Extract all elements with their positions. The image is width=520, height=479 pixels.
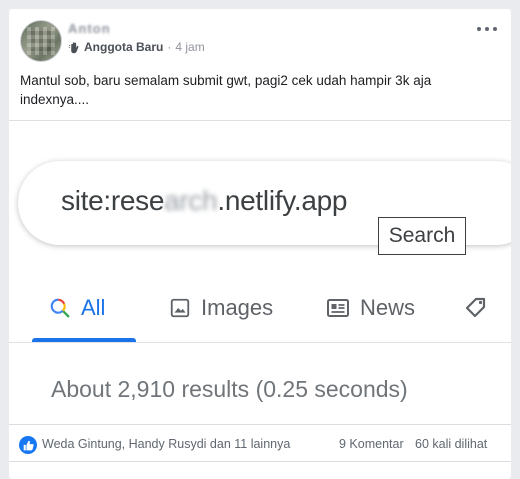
tag-icon	[465, 297, 486, 318]
search-query: site:research.netlify.app	[61, 185, 348, 216]
divider	[9, 461, 511, 462]
news-icon	[327, 299, 349, 317]
ellipsis-icon[interactable]	[477, 22, 497, 36]
tab-all: All	[49, 295, 105, 321]
post-meta: Anggota Baru · 4 jam	[68, 39, 205, 55]
hand-wave-icon	[68, 41, 79, 53]
reactions-bar: Weda Gintung, Handy Rusydi dan 11 lainny…	[9, 424, 511, 454]
post-time[interactable]: 4 jam	[175, 40, 204, 54]
post-card: Anton Anggota Baru · 4 jam Mantul sob, b…	[9, 9, 511, 479]
like-icon[interactable]	[19, 436, 37, 454]
avatar[interactable]	[20, 20, 62, 62]
meta-separator: ·	[167, 40, 172, 54]
tab-shopping	[463, 295, 499, 319]
search-tooltip: Search	[378, 217, 466, 255]
views-count[interactable]: 60 kali dilihat	[415, 437, 487, 451]
post-header: Anton Anggota Baru · 4 jam	[20, 20, 501, 66]
tab-news: News	[326, 295, 415, 321]
search-tabs: All Images News	[9, 281, 511, 343]
comments-count[interactable]: 9 Komentar	[339, 437, 404, 451]
author-name[interactable]: Anton	[68, 21, 111, 36]
attached-screenshot[interactable]: site:research.netlify.app Search All Ima…	[9, 120, 511, 412]
search-icon	[50, 298, 70, 318]
image-icon	[170, 298, 190, 318]
results-stats: About 2,910 results (0.25 seconds)	[51, 376, 408, 402]
tab-images: Images	[169, 295, 273, 321]
member-badge[interactable]: Anggota Baru	[84, 40, 163, 54]
tabs-divider	[9, 342, 511, 343]
post-text: Mantul sob, baru semalam submit gwt, pag…	[20, 73, 432, 107]
reactors-list[interactable]: Weda Gintung, Handy Rusydi dan 11 lainny…	[42, 437, 290, 451]
